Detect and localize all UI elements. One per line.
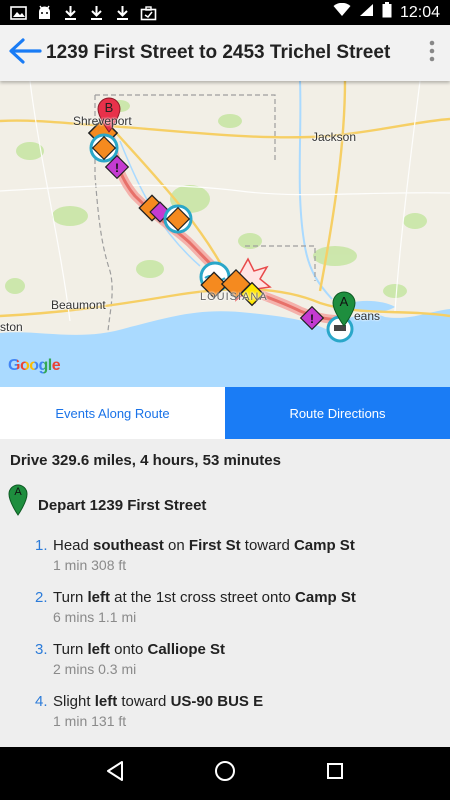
back-button[interactable] [4, 25, 46, 81]
step-duration-distance: 1 min 308 ft [53, 557, 127, 573]
overflow-menu-button[interactable] [414, 25, 450, 81]
tab-route-directions[interactable]: Route Directions [225, 387, 450, 439]
download-icon [62, 5, 79, 21]
direction-step[interactable]: 2. Turn left at the 1st cross street onto… [0, 587, 450, 639]
construction-marker[interactable] [163, 204, 193, 234]
direction-steps: 1. Head southeast on First St toward Camp… [0, 535, 450, 743]
google-logo: Google [8, 357, 61, 375]
map-label-shreveport: Shreveport [73, 114, 132, 128]
step-instruction-keyword: Camp St [295, 589, 356, 606]
step-instruction: Turn left onto Calliope St [53, 641, 225, 658]
step-instruction: Turn left at the 1st cross street onto C… [53, 589, 356, 606]
android-icon [36, 5, 53, 21]
recents-square-icon [326, 762, 344, 785]
nav-recents-button[interactable] [315, 754, 355, 794]
step-instruction-keyword: Calliope St [147, 641, 225, 658]
map-label-new-orleans: eans [354, 309, 381, 323]
status-bar: 12:04 [0, 0, 450, 25]
step-duration-distance: 6 mins 1.1 mi [53, 609, 137, 625]
start-marker-label: A [339, 294, 349, 309]
step-instruction: Head southeast on First St toward Camp S… [53, 537, 355, 554]
clock: 12:04 [399, 3, 440, 21]
download-icon [114, 5, 131, 21]
google-logo-text: Google [8, 357, 61, 374]
system-nav-bar [0, 747, 450, 800]
battery-icon [382, 2, 392, 23]
step-number: 3. [35, 641, 48, 658]
step-instruction-text: Turn [53, 589, 88, 606]
download-icon [88, 5, 105, 21]
home-circle-icon [214, 760, 236, 787]
step-instruction-keyword: southeast [93, 537, 164, 554]
step-instruction: Slight left toward US-90 BUS E [53, 693, 263, 710]
step-instruction-text: toward [240, 537, 294, 554]
map-label-jackson: Jackson [312, 130, 357, 144]
map-label-houston: ston [0, 320, 23, 334]
start-pin-label: A [14, 486, 22, 498]
arrow-back-icon [8, 37, 42, 69]
step-instruction-keyword: left [87, 641, 110, 658]
step-instruction-text: onto [109, 641, 148, 658]
depart-row: A Depart 1239 First Street [8, 484, 206, 516]
nav-back-button[interactable] [95, 754, 135, 794]
wifi-icon [333, 2, 351, 22]
step-instruction-text: toward [117, 693, 171, 710]
end-marker-label: B [104, 100, 114, 115]
step-number: 2. [35, 589, 48, 606]
route-summary: Drive 329.6 miles, 4 hours, 53 minutes [10, 452, 281, 469]
notification-icons [0, 5, 157, 21]
nav-home-button[interactable] [205, 754, 245, 794]
image-icon [10, 5, 27, 21]
step-instruction-keyword: First St [188, 537, 241, 554]
screen: 12:04 1239 First Street to 2453 Trichel … [0, 0, 450, 800]
system-icons: 12:04 [333, 2, 450, 23]
directions-panel: Drive 329.6 miles, 4 hours, 53 minutes A… [0, 439, 450, 747]
step-number: 4. [35, 693, 48, 710]
map-label-louisiana: LOUISIANA [200, 291, 268, 303]
tab-events-along-route[interactable]: Events Along Route [0, 387, 225, 439]
map-label-beaumont: Beaumont [51, 298, 106, 312]
direction-step[interactable]: 3. Turn left onto Calliope St 2 mins 0.3 m… [0, 639, 450, 691]
direction-step[interactable]: 1. Head southeast on First St toward Camp… [0, 535, 450, 587]
step-instruction-text: at the 1st cross street onto [109, 589, 296, 606]
step-instruction-keyword: left [87, 589, 110, 606]
step-instruction-text: Slight [53, 693, 95, 710]
direction-step[interactable]: 4. Slight left toward US-90 BUS E 1 min 13… [0, 691, 450, 743]
signal-icon [359, 3, 374, 22]
step-number: 1. [35, 537, 48, 554]
svg-text:!: ! [310, 312, 314, 326]
tab-bar: Events Along Route Route Directions [0, 387, 450, 439]
more-vert-icon [429, 40, 435, 67]
step-duration-distance: 1 min 131 ft [53, 713, 127, 729]
route-map[interactable]: ! ! B A Shreveport Jackson Beaumont ston… [0, 81, 450, 387]
page-title: 1239 First Street to 2453 Trichel Street [46, 42, 391, 63]
back-triangle-icon [105, 760, 125, 787]
step-instruction-text: on [163, 537, 189, 554]
app-bar: 1239 First Street to 2453 Trichel Street [0, 25, 450, 81]
start-pin-icon: A [8, 484, 28, 516]
step-instruction-keyword: Camp St [293, 537, 355, 554]
svg-text:!: ! [115, 161, 119, 175]
step-duration-distance: 2 mins 0.3 mi [53, 661, 137, 677]
step-instruction-keyword: left [94, 693, 118, 710]
step-instruction-text: Turn [53, 641, 88, 658]
depart-text: Depart 1239 First Street [38, 496, 207, 514]
step-instruction-keyword: US-90 BUS E [170, 693, 264, 710]
briefcase-icon [140, 5, 157, 21]
construction-marker[interactable] [89, 133, 119, 163]
map-canvas: ! ! [0, 81, 450, 387]
step-instruction-text: Head [53, 537, 94, 554]
